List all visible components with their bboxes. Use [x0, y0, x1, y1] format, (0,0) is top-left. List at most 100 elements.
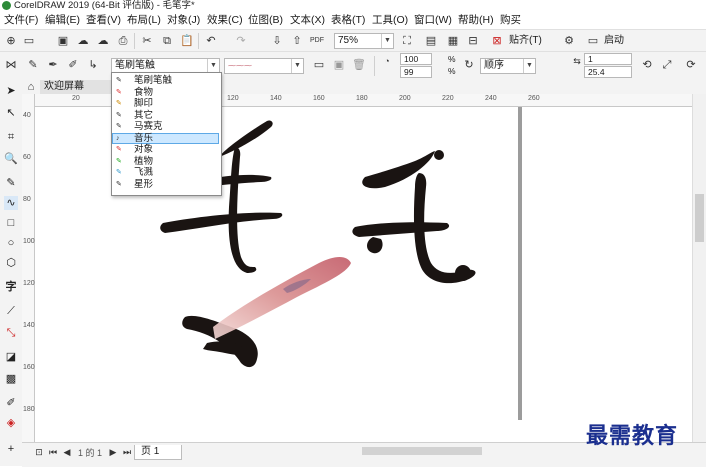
page-setup-icon[interactable]: ⊡	[32, 445, 46, 459]
reset-icon[interactable]: ⟳	[684, 58, 698, 72]
pick-tool-icon[interactable]: ➤	[4, 84, 18, 98]
show-guidelines-icon[interactable]: ⊟	[466, 34, 480, 48]
dab-count-input[interactable]: 1	[584, 53, 632, 65]
open-folder-icon[interactable]: ▭	[22, 34, 36, 48]
parallel-dimension-tool-icon[interactable]: ⟋	[4, 304, 18, 318]
menu-table[interactable]: 表格(T)	[331, 12, 365, 29]
shape-tool-icon[interactable]: ↖	[4, 106, 18, 120]
launch-dropdown[interactable]: 启动	[604, 34, 624, 48]
pink-brush-stroke[interactable]	[213, 257, 351, 339]
ellipse-tool-icon[interactable]: ○	[4, 236, 18, 250]
snap-icon[interactable]: ⊠	[490, 34, 504, 48]
settings-gear-icon[interactable]: ⚙	[562, 34, 576, 48]
transparency-tool-icon[interactable]: ▩	[4, 372, 18, 386]
menu-window[interactable]: 窗口(W)	[414, 12, 452, 29]
drop-shadow-tool-icon[interactable]: ◪	[4, 350, 18, 364]
rotation-icon[interactable]: ⟲	[640, 58, 654, 72]
menu-layout[interactable]: 布局(L)	[127, 12, 161, 29]
brush-stroke-select[interactable]: ⁓⁓⁓ ▼	[224, 58, 304, 74]
previous-page-icon[interactable]: ◀	[60, 445, 74, 459]
zoom-level-select[interactable]: 75% ▼	[334, 33, 394, 49]
menu-text[interactable]: 文本(X)	[290, 12, 325, 29]
dropdown-option-selected[interactable]: ♪ 音乐	[112, 132, 219, 144]
menu-view[interactable]: 查看(V)	[86, 12, 121, 29]
vertical-scrollbar[interactable]	[692, 94, 706, 442]
connector-tool-icon[interactable]: ⤡	[4, 326, 18, 340]
menu-edit[interactable]: 编辑(E)	[45, 12, 80, 29]
delete-icon[interactable]: 🗑	[352, 58, 366, 72]
text-tool-icon[interactable]: 字	[4, 280, 18, 294]
show-rulers-icon[interactable]: ▤	[424, 34, 438, 48]
menu-help[interactable]: 帮助(H)	[458, 12, 494, 29]
dropdown-option[interactable]: ✎ 其它	[112, 110, 219, 122]
paste-icon[interactable]: 📋	[180, 34, 194, 48]
polygon-tool-icon[interactable]: ⬡	[4, 256, 18, 270]
dropdown-option[interactable]: ✎ 对象	[112, 144, 219, 156]
full-screen-icon[interactable]: ⛶	[400, 34, 414, 48]
redo-icon[interactable]: ↷	[234, 34, 248, 48]
browse-folder-icon[interactable]: ▭	[312, 58, 326, 72]
brush-icon[interactable]: ✎	[26, 58, 40, 72]
snap-to-dropdown[interactable]: 贴齐(T)	[509, 34, 542, 48]
artistic-preset-icon[interactable]: ⋈	[4, 58, 18, 72]
copy-icon[interactable]: ⧉	[160, 34, 174, 48]
save-stroke-icon[interactable]: ▣	[332, 58, 346, 72]
eyedropper-tool-icon[interactable]: ✐	[4, 396, 18, 410]
pressure-icon[interactable]: ↳	[86, 58, 100, 72]
dropdown-option[interactable]: ✎ 星形	[112, 179, 219, 191]
page-tab[interactable]: 页 1	[134, 445, 182, 460]
rectangle-tool-icon[interactable]: □	[4, 216, 18, 230]
sprayer-icon[interactable]: ✒	[46, 58, 60, 72]
cloud-download-icon[interactable]: ☁	[76, 34, 90, 48]
standard-toolbar: ⊕ ▭ ▣ ☁ ☁ ⎙ ✂ ⧉ 📋 ↶ ↷ ⇩ ⇧ PDF 75% ▼ ⛶ ▤ …	[0, 29, 706, 52]
save-icon[interactable]: ▣	[56, 34, 70, 48]
undo-icon[interactable]: ↶	[204, 34, 218, 48]
home-icon[interactable]: ⌂	[24, 80, 38, 94]
next-page-icon[interactable]: ▶	[106, 445, 120, 459]
size-input[interactable]: 99	[400, 66, 432, 78]
menu-buy[interactable]: 购买	[500, 12, 521, 29]
launch-icon[interactable]: ▭	[586, 34, 600, 48]
dropdown-option[interactable]: ✎ 植物	[112, 156, 219, 168]
menu-tools[interactable]: 工具(O)	[372, 12, 408, 29]
offset-icon[interactable]: ⤢	[660, 58, 674, 72]
dropdown-option[interactable]: ✎ 马赛克	[112, 121, 219, 133]
horizontal-scroll-thumb[interactable]	[362, 447, 482, 455]
cloud-upload-icon[interactable]: ☁	[96, 34, 110, 48]
vertical-scroll-thumb[interactable]	[695, 194, 704, 242]
order-select[interactable]: 顺序 ▼	[480, 58, 536, 74]
spacing-input[interactable]: 25.4	[584, 66, 632, 78]
print-icon[interactable]: ⎙	[116, 34, 130, 48]
last-page-icon[interactable]: ⏭	[120, 445, 134, 459]
calligraphic-icon[interactable]: ✐	[66, 58, 80, 72]
menu-file[interactable]: 文件(F)	[4, 12, 38, 29]
zoom-tool-icon[interactable]: 🔍	[4, 152, 18, 166]
percent-label: %	[448, 66, 456, 76]
cut-icon[interactable]: ✂	[140, 34, 154, 48]
add-tool-icon[interactable]: +	[4, 442, 18, 456]
dropdown-option[interactable]: ✎ 飞溅	[112, 167, 219, 179]
menu-object[interactable]: 对象(J)	[167, 12, 200, 29]
show-grid-icon[interactable]: ▦	[446, 34, 460, 48]
export-icon[interactable]: ⇧	[290, 34, 304, 48]
smoothing-icon: ◔	[384, 56, 390, 66]
vertical-ruler[interactable]: 40 60 80 100 120 140 160 180	[22, 94, 35, 442]
dropdown-option[interactable]: ✎ 笔刷笔触	[112, 75, 219, 87]
new-document-icon[interactable]: ⊕	[4, 34, 18, 48]
brush-character-right[interactable]	[352, 150, 476, 284]
smoothing-input[interactable]: 100	[400, 53, 432, 65]
first-page-icon[interactable]: ⏮	[46, 445, 60, 459]
menu-bitmap[interactable]: 位图(B)	[248, 12, 283, 29]
artistic-media-tool-icon[interactable]: ∿	[4, 196, 18, 210]
dropdown-option[interactable]: ✎ 食物	[112, 87, 219, 99]
interactive-fill-tool-icon[interactable]: ◈	[4, 416, 18, 430]
rotate-icon[interactable]: ↻	[462, 58, 476, 72]
menu-effects[interactable]: 效果(C)	[207, 12, 243, 29]
pdf-icon[interactable]: PDF	[310, 34, 324, 48]
chevron-down-icon: ▼	[381, 34, 393, 48]
ruler-tick-label: 60	[23, 154, 31, 161]
freehand-tool-icon[interactable]: ✎	[4, 176, 18, 190]
dropdown-option[interactable]: ✎ 脚印	[112, 98, 219, 110]
crop-tool-icon[interactable]: ⌗	[4, 130, 18, 144]
import-icon[interactable]: ⇩	[270, 34, 284, 48]
